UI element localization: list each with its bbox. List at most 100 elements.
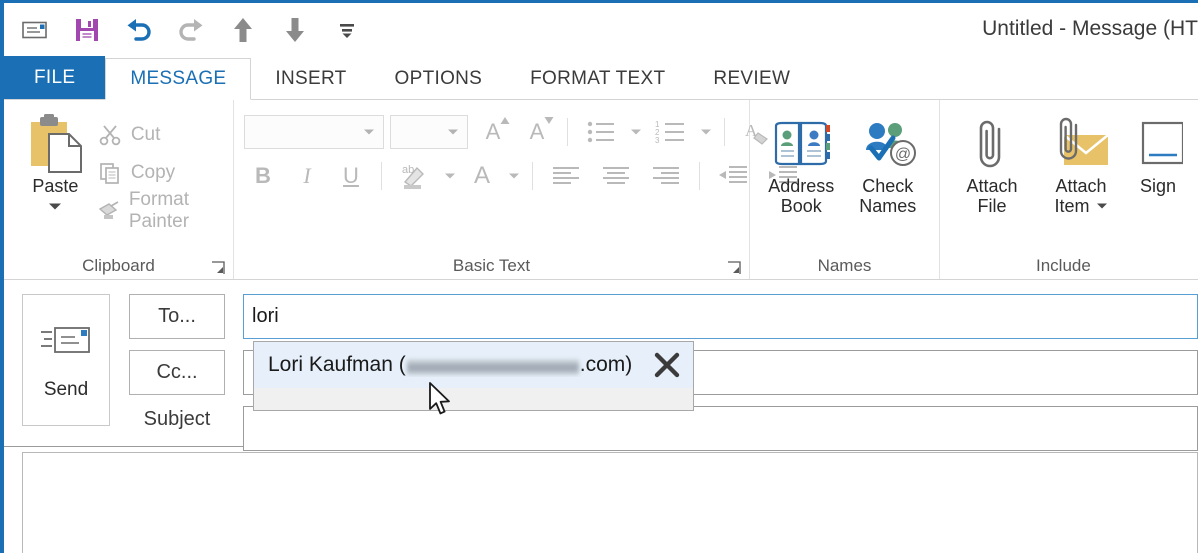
text-highlight-button[interactable]: ab [393, 158, 437, 194]
ribbon: Paste Cut Copy Format Painter Clipboard … [4, 100, 1198, 280]
chevron-down-icon [448, 129, 458, 135]
attach-item-icon [1050, 114, 1112, 176]
signature-icon [1133, 114, 1183, 176]
italic-button[interactable]: I [288, 158, 326, 194]
address-book-label-line2: Book [780, 196, 822, 217]
outlook-compose-window: Untitled - Message (HT FILE MESSAGE INSE… [0, 0, 1198, 553]
subject-input[interactable] [243, 406, 1198, 451]
title-bar: Untitled - Message (HT [4, 0, 1198, 56]
cc-button[interactable]: Cc... [129, 350, 225, 395]
cut-button[interactable]: Cut [91, 118, 223, 152]
bullets-button[interactable] [579, 114, 623, 150]
clipboard-commands: Cut Copy Format Painter [91, 108, 223, 232]
send-icon [39, 320, 93, 365]
divider [381, 162, 382, 190]
grow-font-label: A [485, 119, 501, 144]
to-input-value: lori [252, 305, 279, 327]
svg-text:3: 3 [655, 136, 660, 144]
autocomplete-suggestion-item[interactable]: Lori Kaufman ( .com) [254, 342, 693, 388]
numbering-button[interactable]: 1 2 3 [649, 114, 693, 150]
attach-file-button[interactable]: Attach File [950, 108, 1034, 216]
attach-item-button[interactable]: Attach Item [1036, 108, 1126, 216]
align-left-button[interactable] [544, 158, 588, 194]
font-name-combo[interactable] [244, 115, 384, 149]
check-names-label-line1: Check [862, 176, 914, 196]
save-icon[interactable] [72, 15, 102, 45]
paste-icon [23, 114, 87, 176]
attach-item-label-line1: Attach [1055, 176, 1107, 196]
tab-format-text[interactable]: FORMAT TEXT [506, 58, 689, 100]
address-book-label-line1: Address [768, 176, 835, 196]
clipboard-dialog-launcher[interactable] [211, 261, 225, 275]
svg-text:@: @ [895, 146, 911, 163]
attach-file-label-line1: Attach [966, 176, 1018, 196]
numbering-dropdown-caret-icon[interactable] [699, 128, 713, 136]
ribbon-group-include: Attach File Attach Item Sign Include [940, 100, 1198, 279]
suggestion-contact-name: Lori Kaufman ( [268, 353, 406, 376]
basic-text-group-label: Basic Text [452, 256, 531, 275]
ribbon-group-clipboard: Paste Cut Copy Format Painter Clipboard [4, 100, 234, 279]
remove-suggestion-icon[interactable] [647, 345, 687, 385]
format-painter-icon [97, 199, 121, 223]
previous-item-icon[interactable] [228, 15, 258, 45]
to-input[interactable]: lori [243, 294, 1198, 339]
basic-text-row-1: A A 1 2 3 A [244, 114, 805, 150]
decrease-indent-button[interactable] [711, 158, 755, 194]
bold-button[interactable]: B [244, 158, 282, 194]
next-item-icon[interactable] [280, 15, 310, 45]
divider [567, 118, 568, 146]
undo-icon[interactable] [124, 15, 154, 45]
copy-button[interactable]: Copy [91, 156, 223, 190]
customize-quick-access-toolbar-icon[interactable] [332, 15, 362, 45]
divider [699, 162, 700, 190]
text-highlight-dropdown-caret-icon[interactable] [443, 172, 457, 180]
paste-button[interactable]: Paste [20, 108, 91, 216]
address-book-icon [770, 114, 832, 176]
outlook-item-icon[interactable] [20, 15, 50, 45]
to-button[interactable]: To... [129, 294, 225, 339]
check-names-button[interactable]: @ Check Names [847, 108, 930, 216]
address-book-button[interactable]: Address Book [760, 108, 843, 216]
shrink-font-button[interactable]: A [518, 114, 556, 150]
bullets-dropdown-caret-icon[interactable] [629, 128, 643, 136]
format-painter-label: Format Painter [128, 189, 190, 232]
font-color-dropdown-caret-icon[interactable] [507, 172, 521, 180]
recipient-autocomplete-dropdown: Lori Kaufman ( .com) [253, 341, 694, 411]
send-button[interactable]: Send [22, 294, 110, 426]
redo-icon [176, 15, 206, 45]
cut-label: Cut [130, 124, 161, 145]
attach-item-label-line2: Item [1054, 196, 1090, 217]
tab-review[interactable]: REVIEW [689, 58, 814, 100]
underline-button[interactable]: U [332, 158, 370, 194]
align-right-button[interactable] [644, 158, 688, 194]
send-label: Send [43, 378, 89, 400]
suggestion-contact-suffix: .com) [579, 353, 633, 376]
signature-label: Sign [1139, 176, 1177, 196]
basic-text-row-2: B I U ab A [244, 158, 805, 194]
tab-file[interactable]: FILE [4, 56, 106, 100]
paste-label: Paste [32, 176, 79, 196]
subject-label: Subject [143, 408, 211, 430]
divider [532, 162, 533, 190]
scissors-icon [97, 123, 123, 147]
font-size-combo[interactable] [390, 115, 468, 149]
tab-options[interactable]: OPTIONS [371, 58, 507, 100]
paste-dropdown-caret-icon[interactable] [48, 198, 62, 216]
grow-font-button[interactable]: A [474, 114, 512, 150]
window-title: Untitled - Message (HT [982, 17, 1198, 40]
clipboard-group-label: Clipboard [82, 256, 155, 275]
ribbon-group-basic-text: A A 1 2 3 A B I U ab A Basic Text [234, 100, 797, 279]
chevron-down-icon [364, 129, 374, 135]
format-painter-button[interactable]: Format Painter [91, 189, 223, 232]
copy-label: Copy [130, 162, 176, 183]
tab-insert[interactable]: INSERT [251, 58, 370, 100]
include-group-label: Include [1036, 256, 1091, 275]
basic-text-dialog-launcher[interactable] [727, 261, 741, 275]
tab-message[interactable]: MESSAGE [105, 58, 252, 100]
divider [724, 118, 725, 146]
align-center-button[interactable] [594, 158, 638, 194]
message-body-editor[interactable] [22, 452, 1198, 553]
signature-button[interactable]: Sign [1128, 108, 1188, 196]
check-names-icon: @ [857, 114, 919, 176]
font-color-button[interactable]: A [463, 158, 501, 194]
